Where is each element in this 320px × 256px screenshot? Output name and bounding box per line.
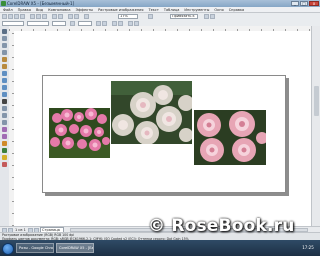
rotation-angle-field[interactable] xyxy=(78,20,92,26)
trace-bitmap-icon[interactable] xyxy=(118,20,123,26)
menu-effects[interactable]: Эффекты xyxy=(76,7,94,12)
snap-to-dropdown[interactable]: Привязать к xyxy=(170,14,198,19)
object-position-field[interactable] xyxy=(2,20,24,26)
taskbar-item-coreldraw[interactable]: CorelDRAW X5 - [Без... xyxy=(56,243,94,253)
maximize-button[interactable]: □ xyxy=(300,1,308,6)
menu-file[interactable]: Файл xyxy=(3,7,13,12)
corel-logo-icon xyxy=(1,1,6,6)
crop-tool-icon[interactable] xyxy=(2,43,7,48)
copy-icon[interactable] xyxy=(36,14,41,19)
save-icon[interactable] xyxy=(14,14,19,19)
options-icon[interactable] xyxy=(210,14,215,19)
polygon-tool-icon[interactable] xyxy=(2,85,7,90)
edit-bitmap-icon[interactable] xyxy=(112,20,117,26)
menu-help[interactable]: Справка xyxy=(229,7,244,12)
menu-layout[interactable]: Компоновка xyxy=(48,7,70,12)
rectangle-tool-icon[interactable] xyxy=(2,71,7,76)
mirror-vertical-icon[interactable] xyxy=(102,20,107,26)
menu-table[interactable]: Таблица xyxy=(164,7,179,12)
new-document-icon[interactable] xyxy=(2,14,7,19)
text-tool-icon[interactable] xyxy=(2,99,7,104)
scale-factor-field[interactable] xyxy=(52,20,66,26)
table-tool-icon[interactable] xyxy=(2,106,7,111)
taskbar-clock: 17:25 xyxy=(302,245,314,250)
open-icon[interactable] xyxy=(8,14,13,19)
cut-icon[interactable] xyxy=(30,14,35,19)
paste-icon[interactable] xyxy=(42,14,47,19)
rose-photo-2[interactable] xyxy=(111,81,192,144)
fill-tool-icon[interactable] xyxy=(2,155,7,160)
app-launcher-icon[interactable] xyxy=(84,14,89,19)
rose-photo-1[interactable] xyxy=(49,108,110,158)
menu-edit[interactable]: Правка xyxy=(18,7,31,12)
zoom-tool-icon[interactable] xyxy=(2,50,7,55)
taskbar: Розы - Google Chrome CorelDRAW X5 - [Без… xyxy=(0,240,320,256)
vertical-scrollbar[interactable] xyxy=(311,26,320,226)
windows-start-icon[interactable] xyxy=(2,243,14,255)
menu-window[interactable]: Окно xyxy=(214,7,223,12)
pick-tool-icon[interactable] xyxy=(2,29,7,34)
undo-icon[interactable] xyxy=(52,14,57,19)
watermark: © RoseBook.ru xyxy=(148,216,295,236)
mirror-horizontal-icon[interactable] xyxy=(96,20,101,26)
outline-tool-icon[interactable] xyxy=(2,148,7,153)
minimize-button[interactable]: _ xyxy=(291,1,299,6)
transparency-tool-icon[interactable] xyxy=(2,134,7,139)
dimension-tool-icon[interactable] xyxy=(2,113,7,118)
zoom-level-select[interactable]: 17% xyxy=(118,14,138,19)
blend-tool-icon[interactable] xyxy=(2,127,7,132)
rose-photo-3[interactable] xyxy=(194,110,266,165)
eyedropper-tool-icon[interactable] xyxy=(2,141,7,146)
title-bar: CorelDRAW X5 - [Безымянный-1] _ □ x xyxy=(0,0,320,7)
to-back-icon[interactable] xyxy=(134,20,139,26)
ellipse-tool-icon[interactable] xyxy=(2,78,7,83)
lock-ratio-icon[interactable] xyxy=(70,20,75,26)
welcome-screen-icon[interactable] xyxy=(204,14,209,19)
export-icon[interactable] xyxy=(74,14,79,19)
object-size-field[interactable] xyxy=(27,20,49,26)
menu-text[interactable]: Текст xyxy=(149,7,159,12)
freehand-tool-icon[interactable] xyxy=(2,57,7,62)
print-icon[interactable] xyxy=(20,14,25,19)
smart-fill-tool-icon[interactable] xyxy=(2,64,7,69)
window-title: CorelDRAW X5 - [Безымянный-1] xyxy=(7,1,75,6)
import-icon[interactable] xyxy=(68,14,73,19)
menu-bitmaps[interactable]: Растровые изображения xyxy=(98,7,143,12)
shape-tool-icon[interactable] xyxy=(2,36,7,41)
close-button[interactable]: x xyxy=(309,1,319,6)
scroll-thumb[interactable] xyxy=(314,86,319,116)
interactive-fill-tool-icon[interactable] xyxy=(2,162,7,167)
redo-icon[interactable] xyxy=(58,14,63,19)
menu-view[interactable]: Вид xyxy=(36,7,43,12)
menu-tools[interactable]: Инструменты xyxy=(184,7,209,12)
to-front-icon[interactable] xyxy=(128,20,133,26)
full-screen-icon[interactable] xyxy=(148,14,153,19)
taskbar-item-chrome[interactable]: Розы - Google Chrome xyxy=(16,243,54,253)
connector-tool-icon[interactable] xyxy=(2,120,7,125)
document-page[interactable] xyxy=(42,75,286,193)
basic-shapes-tool-icon[interactable] xyxy=(2,92,7,97)
